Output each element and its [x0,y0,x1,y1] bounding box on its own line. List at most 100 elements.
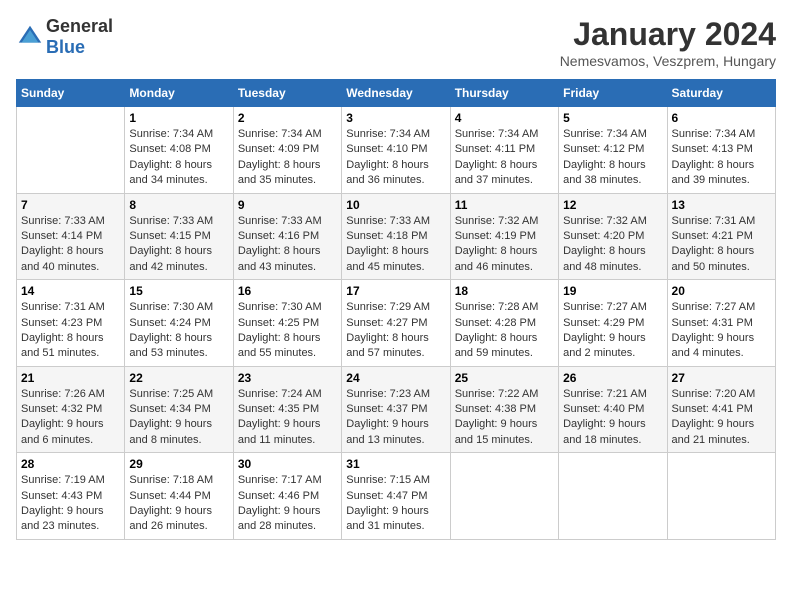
day-info: Sunrise: 7:27 AMSunset: 4:31 PMDaylight:… [672,300,771,362]
day-number: 13 [672,198,771,212]
day-number: 30 [238,457,337,471]
page-header: General Blue January 2024 Nemesvamos, Ve… [16,16,776,69]
calendar-cell: 13 Sunrise: 7:31 AMSunset: 4:21 PMDayligh… [667,193,775,280]
calendar-cell: 21 Sunrise: 7:26 AMSunset: 4:32 PMDayligh… [17,366,125,453]
day-info: Sunrise: 7:15 AMSunset: 4:47 PMDaylight:… [346,473,445,535]
calendar-cell: 14Sunrise: 7:31 AMSunset: 4:23 PMDayligh… [17,280,125,367]
day-number: 11 [455,198,554,212]
day-info: Sunrise: 7:31 AMSunset: 4:21 PMDaylight:… [672,214,771,276]
calendar-cell: 7Sunrise: 7:33 AMSunset: 4:14 PMDaylight… [17,193,125,280]
day-number: 2 [238,111,337,125]
logo-blue: Blue [46,37,85,57]
day-number: 15 [129,284,228,298]
calendar-cell: 4 Sunrise: 7:34 AMSunset: 4:11 PMDaylight… [450,107,558,194]
day-info: Sunrise: 7:30 AMSunset: 4:24 PMDaylight:… [129,300,228,362]
day-info: Sunrise: 7:21 AMSunset: 4:40 PMDaylight:… [563,387,662,449]
calendar-cell: 1 Sunrise: 7:34 AMSunset: 4:08 PMDaylight… [125,107,233,194]
day-of-week-header: Wednesday [342,80,450,107]
calendar-cell: 12 Sunrise: 7:32 AMSunset: 4:20 PMDayligh… [559,193,667,280]
day-info: Sunrise: 7:30 AMSunset: 4:25 PMDaylight:… [238,300,337,362]
day-info: Sunrise: 7:34 AMSunset: 4:12 PMDaylight:… [563,127,662,189]
calendar-cell: 2 Sunrise: 7:34 AMSunset: 4:09 PMDaylight… [233,107,341,194]
calendar-cell: 16 Sunrise: 7:30 AMSunset: 4:25 PMDayligh… [233,280,341,367]
calendar-cell: 10 Sunrise: 7:33 AMSunset: 4:18 PMDayligh… [342,193,450,280]
day-info: Sunrise: 7:34 AMSunset: 4:08 PMDaylight:… [129,127,228,189]
calendar-cell: 11Sunrise: 7:32 AMSunset: 4:19 PMDayligh… [450,193,558,280]
calendar-cell: 27 Sunrise: 7:20 AMSunset: 4:41 PMDayligh… [667,366,775,453]
day-info: Sunrise: 7:33 AMSunset: 4:16 PMDaylight:… [238,214,337,276]
day-of-week-header: Sunday [17,80,125,107]
calendar-cell: 24 Sunrise: 7:23 AMSunset: 4:37 PMDayligh… [342,366,450,453]
logo-general: General [46,16,113,36]
calendar-cell [450,453,558,540]
calendar-cell: 17 Sunrise: 7:29 AMSunset: 4:27 PMDayligh… [342,280,450,367]
calendar-cell: 8Sunrise: 7:33 AMSunset: 4:15 PMDaylight… [125,193,233,280]
calendar-cell: 15 Sunrise: 7:30 AMSunset: 4:24 PMDayligh… [125,280,233,367]
calendar-cell [17,107,125,194]
calendar-cell [559,453,667,540]
calendar-cell: 23Sunrise: 7:24 AMSunset: 4:35 PMDayligh… [233,366,341,453]
calendar-cell: 28Sunrise: 7:19 AMSunset: 4:43 PMDayligh… [17,453,125,540]
day-info: Sunrise: 7:34 AMSunset: 4:11 PMDaylight:… [455,127,554,189]
day-number: 24 [346,371,445,385]
day-number: 1 [129,111,228,125]
day-number: 4 [455,111,554,125]
day-number: 25 [455,371,554,385]
day-info: Sunrise: 7:17 AMSunset: 4:46 PMDaylight:… [238,473,337,535]
calendar-cell: 20 Sunrise: 7:27 AMSunset: 4:31 PMDayligh… [667,280,775,367]
day-of-week-header: Thursday [450,80,558,107]
day-number: 21 [21,371,120,385]
day-info: Sunrise: 7:19 AMSunset: 4:43 PMDaylight:… [21,473,120,535]
day-number: 10 [346,198,445,212]
month-title: January 2024 [560,16,776,53]
day-number: 17 [346,284,445,298]
day-number: 8 [129,198,228,212]
day-number: 7 [21,198,120,212]
calendar-table: SundayMondayTuesdayWednesdayThursdayFrid… [16,79,776,540]
day-number: 22 [129,371,228,385]
day-number: 16 [238,284,337,298]
day-info: Sunrise: 7:26 AMSunset: 4:32 PMDaylight:… [21,387,120,449]
day-of-week-header: Friday [559,80,667,107]
day-number: 31 [346,457,445,471]
day-info: Sunrise: 7:28 AMSunset: 4:28 PMDaylight:… [455,300,554,362]
day-info: Sunrise: 7:24 AMSunset: 4:35 PMDaylight:… [238,387,337,449]
day-info: Sunrise: 7:31 AMSunset: 4:23 PMDaylight:… [21,300,120,362]
day-of-week-header: Tuesday [233,80,341,107]
day-info: Sunrise: 7:29 AMSunset: 4:27 PMDaylight:… [346,300,445,362]
day-number: 26 [563,371,662,385]
day-number: 12 [563,198,662,212]
calendar-cell: 19Sunrise: 7:27 AMSunset: 4:29 PMDayligh… [559,280,667,367]
day-info: Sunrise: 7:33 AMSunset: 4:18 PMDaylight:… [346,214,445,276]
logo: General Blue [16,16,113,58]
day-info: Sunrise: 7:34 AMSunset: 4:10 PMDaylight:… [346,127,445,189]
day-info: Sunrise: 7:25 AMSunset: 4:34 PMDaylight:… [129,387,228,449]
day-info: Sunrise: 7:34 AMSunset: 4:09 PMDaylight:… [238,127,337,189]
calendar-cell: 5Sunrise: 7:34 AMSunset: 4:12 PMDaylight… [559,107,667,194]
day-info: Sunrise: 7:18 AMSunset: 4:44 PMDaylight:… [129,473,228,535]
day-number: 9 [238,198,337,212]
location-subtitle: Nemesvamos, Veszprem, Hungary [560,53,776,69]
day-number: 3 [346,111,445,125]
day-of-week-header: Saturday [667,80,775,107]
day-info: Sunrise: 7:32 AMSunset: 4:20 PMDaylight:… [563,214,662,276]
calendar-cell: 3 Sunrise: 7:34 AMSunset: 4:10 PMDaylight… [342,107,450,194]
calendar-cell: 18Sunrise: 7:28 AMSunset: 4:28 PMDayligh… [450,280,558,367]
day-number: 6 [672,111,771,125]
day-info: Sunrise: 7:22 AMSunset: 4:38 PMDaylight:… [455,387,554,449]
day-number: 19 [563,284,662,298]
day-of-week-header: Monday [125,80,233,107]
day-info: Sunrise: 7:20 AMSunset: 4:41 PMDaylight:… [672,387,771,449]
day-number: 29 [129,457,228,471]
logo-icon [16,23,44,51]
day-info: Sunrise: 7:23 AMSunset: 4:37 PMDaylight:… [346,387,445,449]
day-info: Sunrise: 7:34 AMSunset: 4:13 PMDaylight:… [672,127,771,189]
day-number: 27 [672,371,771,385]
calendar-cell: 6 Sunrise: 7:34 AMSunset: 4:13 PMDaylight… [667,107,775,194]
day-number: 20 [672,284,771,298]
calendar-cell: 26 Sunrise: 7:21 AMSunset: 4:40 PMDayligh… [559,366,667,453]
calendar-cell: 30 Sunrise: 7:17 AMSunset: 4:46 PMDayligh… [233,453,341,540]
calendar-cell: 29 Sunrise: 7:18 AMSunset: 4:44 PMDayligh… [125,453,233,540]
calendar-cell: 25 Sunrise: 7:22 AMSunset: 4:38 PMDayligh… [450,366,558,453]
title-block: January 2024 Nemesvamos, Veszprem, Hunga… [560,16,776,69]
